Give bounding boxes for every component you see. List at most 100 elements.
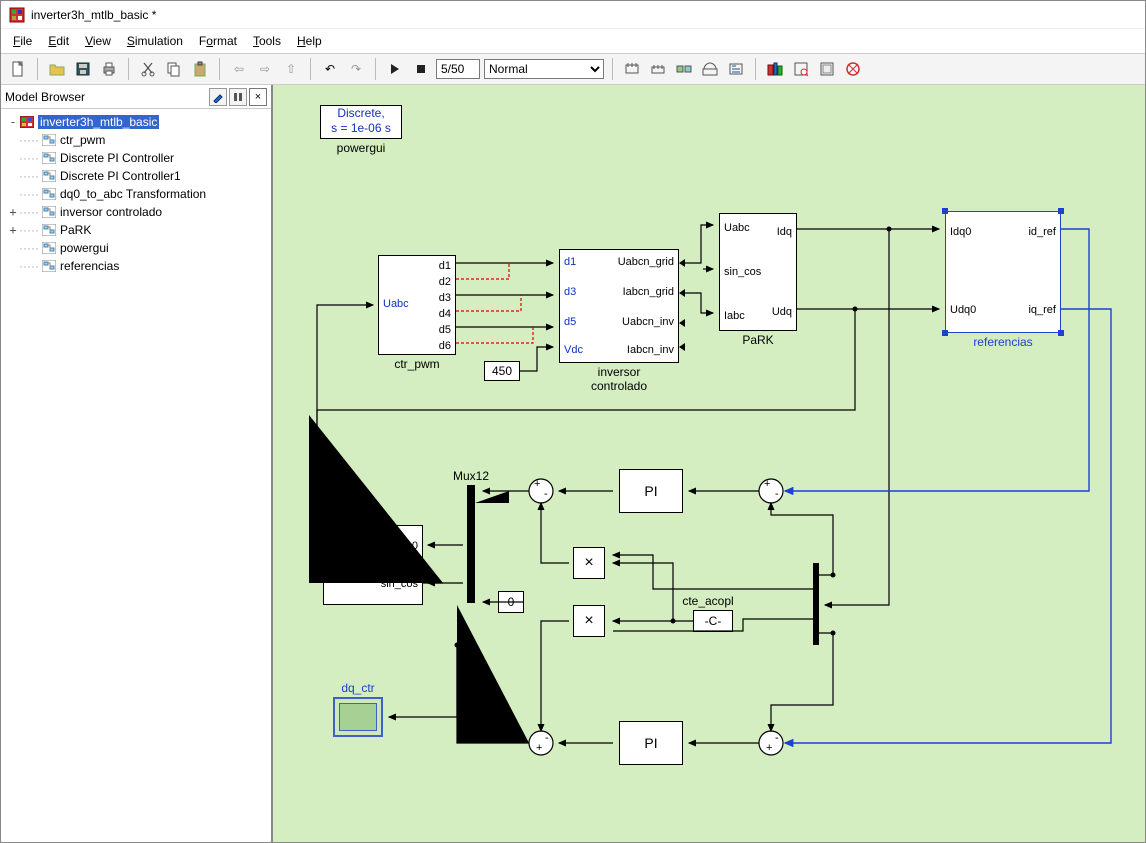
block-pi-bottom[interactable]: PI	[619, 721, 683, 765]
paste-icon[interactable]	[189, 58, 211, 80]
park-uabc: Uabc	[724, 222, 750, 234]
tree-item-label: Discrete PI Controller1	[60, 169, 181, 183]
model-explorer-icon[interactable]	[790, 58, 812, 80]
block-mux[interactable]	[467, 485, 475, 603]
block-referencias[interactable]: Idq0 Udq0 id_ref iq_ref	[945, 211, 1061, 333]
menu-bar: File Edit View Simulation Format Tools H…	[1, 29, 1145, 53]
cut-icon[interactable]	[137, 58, 159, 80]
block-mult-top[interactable]: ×	[573, 547, 605, 579]
block-park[interactable]: Uabc sin_cos Iabc Idq Udq	[719, 213, 797, 331]
app-icon	[9, 7, 25, 23]
block-pi-top[interactable]: PI	[619, 469, 683, 513]
tree-item[interactable]: ·····referencias	[3, 257, 269, 275]
block-mult-bottom[interactable]: ×	[573, 605, 605, 637]
block-scope[interactable]	[333, 697, 383, 737]
inv-out-3: Iabcn_inv	[627, 344, 674, 356]
svg-text:+: +	[536, 742, 542, 754]
svg-text:+: +	[764, 478, 770, 490]
menu-view[interactable]: View	[77, 32, 119, 50]
subsystem-icon	[41, 223, 57, 237]
inv-out-2: Uabcn_inv	[622, 316, 674, 328]
tree-item[interactable]: -inverter3h_mtlb_basic	[3, 113, 269, 131]
open-icon[interactable]	[46, 58, 68, 80]
block-const-0[interactable]: 0	[498, 591, 524, 613]
model-tree[interactable]: -inverter3h_mtlb_basic·····ctr_pwm·····D…	[1, 109, 271, 279]
svg-text:+: +	[766, 742, 772, 754]
tree-item[interactable]: ·····powergui	[3, 239, 269, 257]
menu-help[interactable]: Help	[289, 32, 330, 50]
block-const-450[interactable]: 450	[484, 361, 520, 381]
sim-time-input[interactable]	[436, 59, 480, 79]
block-powergui[interactable]: Discrete, s = 1e-06 s	[320, 105, 402, 139]
menu-tools[interactable]: Tools	[245, 32, 289, 50]
tool-icon-5[interactable]	[725, 58, 747, 80]
ctr-pwm-d5: d5	[439, 324, 451, 336]
block-cte[interactable]: -C-	[693, 610, 733, 632]
subsystem-icon	[41, 169, 57, 183]
diagram-canvas[interactable]: Discrete, s = 1e-06 s powergui Uabc d1 d…	[273, 85, 1145, 842]
tool-icon-3[interactable]	[673, 58, 695, 80]
back-icon[interactable]: ⇦	[228, 58, 250, 80]
print-icon[interactable]	[98, 58, 120, 80]
up-icon[interactable]: ⇧	[280, 58, 302, 80]
tree-item-label: referencias	[60, 259, 119, 273]
tree-item[interactable]: +·····PaRK	[3, 221, 269, 239]
wire-layer: + - + - + -	[273, 85, 1145, 842]
sidebar-close-icon[interactable]: ×	[249, 88, 267, 106]
inv-in-vdc: Vdc	[564, 344, 583, 356]
model-browser-header: Model Browser ×	[1, 85, 271, 109]
redo-icon[interactable]: ↷	[345, 58, 367, 80]
new-icon[interactable]	[7, 58, 29, 80]
inv-out-0: Uabcn_grid	[618, 256, 674, 268]
svg-text:+: +	[534, 478, 540, 490]
menu-simulation[interactable]: Simulation	[119, 32, 191, 50]
park-label: PaRK	[719, 333, 797, 347]
tree-item-label: Discrete PI Controller	[60, 151, 174, 165]
tree-item[interactable]: +·····inversor controlado	[3, 203, 269, 221]
sim-mode-select[interactable]: Normal	[484, 59, 604, 79]
block-demux[interactable]	[813, 563, 819, 645]
tree-item-label: powergui	[60, 241, 109, 255]
sidebar-tool-2-icon[interactable]	[229, 88, 247, 106]
forward-icon[interactable]: ⇨	[254, 58, 276, 80]
powergui-label: powergui	[320, 141, 402, 155]
ref-label: referencias	[945, 335, 1061, 349]
menu-format[interactable]: Format	[191, 32, 245, 50]
model-browser-title: Model Browser	[5, 90, 85, 104]
tree-item[interactable]: ·····Discrete PI Controller1	[3, 167, 269, 185]
debug-icon[interactable]	[816, 58, 838, 80]
target-icon[interactable]	[842, 58, 864, 80]
ctr-pwm-in: Uabc	[383, 298, 409, 310]
ctr-pwm-d1: d1	[439, 260, 451, 272]
ctr-pwm-d3: d3	[439, 292, 451, 304]
menu-file[interactable]: File	[5, 32, 40, 50]
content-area: Model Browser × -inverter3h_mtlb_basic··…	[1, 85, 1145, 842]
subsystem-icon	[41, 187, 57, 201]
ctr-pwm-d6: d6	[439, 340, 451, 352]
block-inversor[interactable]: d1 d3 d5 Vdc Uabcn_grid Iabcn_grid Uabcn…	[559, 249, 679, 363]
block-ctr-pwm[interactable]: Uabc d1 d2 d3 d4 d5 d6	[378, 255, 456, 355]
tree-item-label: ctr_pwm	[60, 133, 105, 147]
inv-out-1: Iabcn_grid	[623, 286, 674, 298]
save-icon[interactable]	[72, 58, 94, 80]
sidebar-tool-1-icon[interactable]	[209, 88, 227, 106]
tool-icon-1[interactable]	[621, 58, 643, 80]
undo-icon[interactable]: ↶	[319, 58, 341, 80]
inv-in-d5: d5	[564, 316, 576, 328]
play-icon[interactable]	[384, 58, 406, 80]
tool-icon-2[interactable]	[647, 58, 669, 80]
block-dq2abc[interactable]: dq0 sin_cos abc	[323, 525, 423, 605]
dq2abc-abc: abc	[328, 560, 346, 572]
tree-item-label: inverter3h_mtlb_basic	[38, 115, 159, 129]
menu-edit[interactable]: Edit	[40, 32, 77, 50]
model-icon	[19, 115, 35, 129]
copy-icon[interactable]	[163, 58, 185, 80]
stop-icon[interactable]	[410, 58, 432, 80]
tree-item[interactable]: ·····ctr_pwm	[3, 131, 269, 149]
tree-item[interactable]: ·····dq0_to_abc Transformation	[3, 185, 269, 203]
inv-label-1: inversor	[559, 365, 679, 379]
tree-item[interactable]: ·····Discrete PI Controller	[3, 149, 269, 167]
library-icon[interactable]	[764, 58, 786, 80]
tool-icon-4[interactable]	[699, 58, 721, 80]
ref-idq0: Idq0	[950, 226, 971, 238]
